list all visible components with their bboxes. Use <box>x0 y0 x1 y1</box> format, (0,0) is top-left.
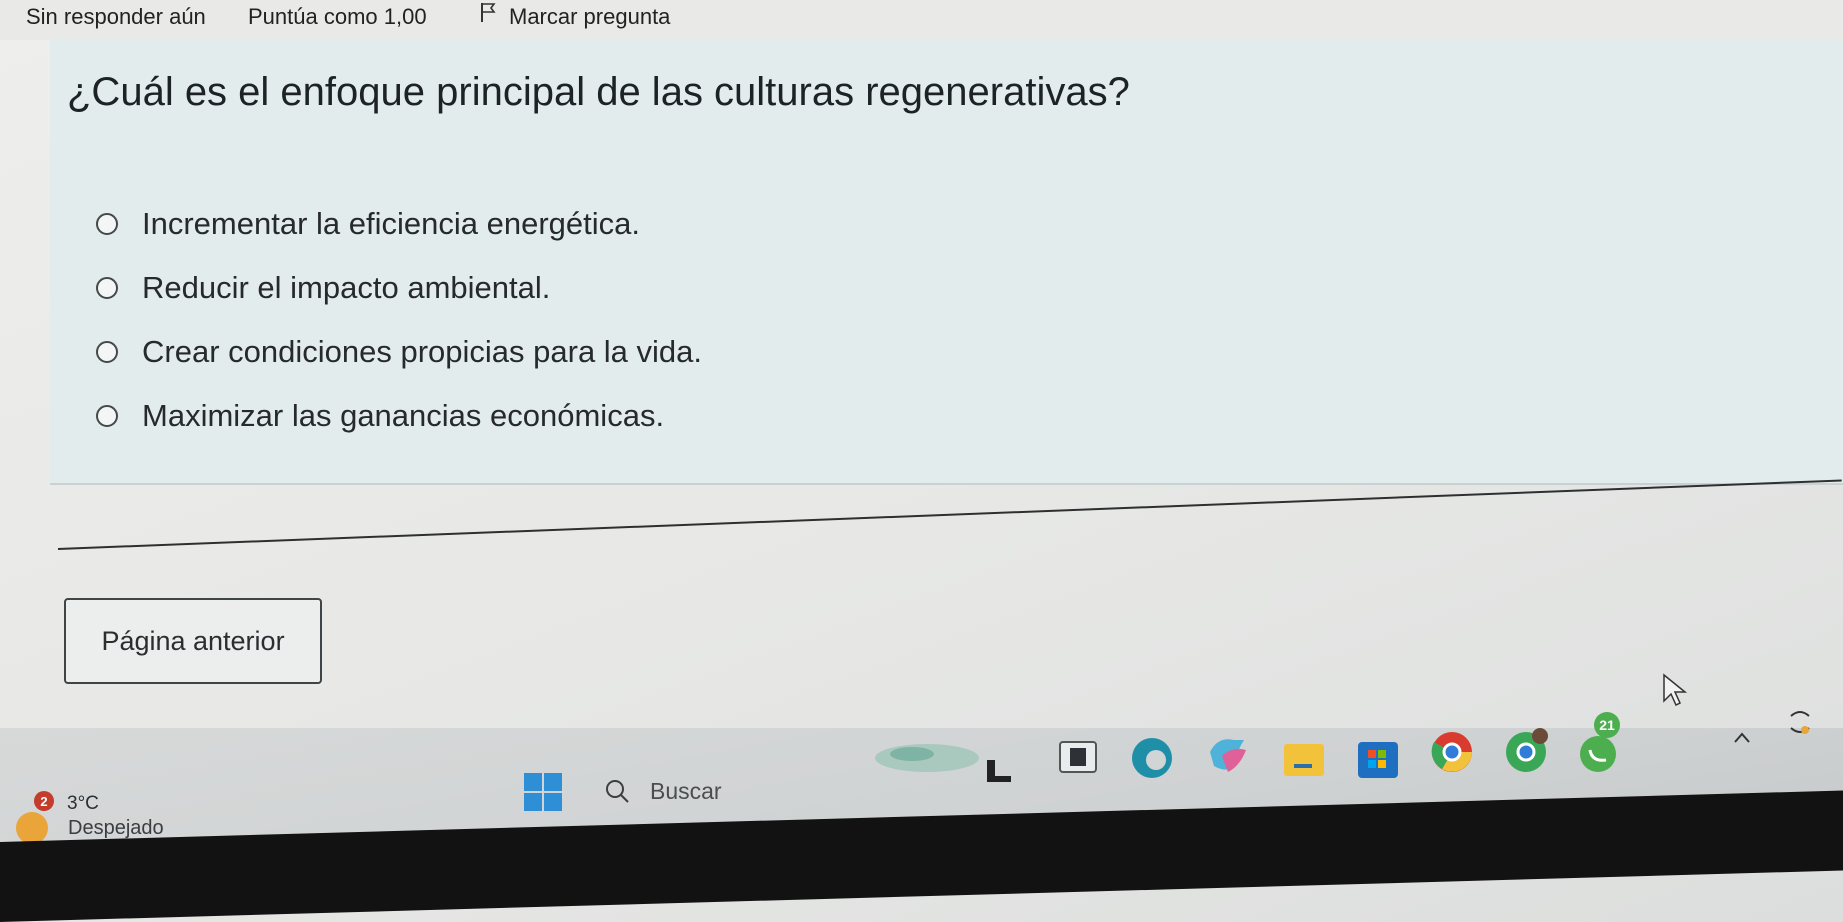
file-explorer-icon[interactable] <box>1280 736 1328 784</box>
taskbar-search[interactable]: Buscar <box>592 766 912 816</box>
answer-option-2[interactable]: Reducir el impacto ambiental. <box>96 268 1096 308</box>
answer-option-label: Reducir el impacto ambiental. <box>142 270 551 305</box>
store-icon[interactable] <box>1354 734 1402 782</box>
whatsapp-badge: 21 <box>1594 712 1620 738</box>
terminal-icon[interactable] <box>1058 740 1098 774</box>
mouse-cursor-icon <box>1663 673 1688 707</box>
answer-option-label: Incrementar la eficiencia energética. <box>142 206 640 241</box>
question-info-bar: Sin responder aún Puntúa como 1,00 Marca… <box>0 0 1843 40</box>
widgets-icon[interactable] <box>872 738 982 778</box>
start-icon[interactable] <box>523 772 563 812</box>
radio-button[interactable] <box>96 405 118 427</box>
section-divider <box>57 479 1842 550</box>
search-placeholder: Buscar <box>650 777 722 804</box>
question-text: ¿Cuál es el enfoque principal de las cul… <box>67 70 1130 114</box>
question-panel: ¿Cuál es el enfoque principal de las cul… <box>50 40 1843 485</box>
search-icon <box>606 780 629 803</box>
radio-button[interactable] <box>96 277 118 299</box>
flag-question-link[interactable]: Marcar pregunta <box>509 4 670 30</box>
answer-option-4[interactable]: Maximizar las ganancias económicas. <box>96 396 1096 436</box>
radio-button[interactable] <box>96 341 118 363</box>
chrome-profile-icon[interactable] <box>1502 728 1550 776</box>
copilot-icon[interactable] <box>1204 732 1252 780</box>
sync-icon[interactable] <box>1783 706 1817 740</box>
edge-icon[interactable] <box>1128 734 1176 782</box>
question-status: Sin responder aún <box>26 4 206 29</box>
tray-chevron-icon[interactable] <box>1731 728 1753 748</box>
weather-badge: 2 <box>34 791 54 811</box>
answer-option-1[interactable]: Incrementar la eficiencia energética. <box>96 204 1096 244</box>
radio-button[interactable] <box>96 213 118 235</box>
task-view-icon[interactable] <box>985 758 1013 784</box>
answer-option-3[interactable]: Crear condiciones propicias para la vida… <box>96 332 1096 372</box>
flag-icon[interactable] <box>479 1 497 23</box>
chrome-icon[interactable] <box>1428 728 1476 776</box>
question-score: Puntúa como 1,00 <box>248 4 427 29</box>
temperature[interactable]: 3°C <box>67 793 99 815</box>
answer-option-label: Crear condiciones propicias para la vida… <box>142 334 703 369</box>
weather-description[interactable]: Despejado <box>68 817 164 840</box>
previous-page-button[interactable]: Página anterior <box>64 598 322 684</box>
answer-option-label: Maximizar las ganancias económicas. <box>142 398 665 433</box>
